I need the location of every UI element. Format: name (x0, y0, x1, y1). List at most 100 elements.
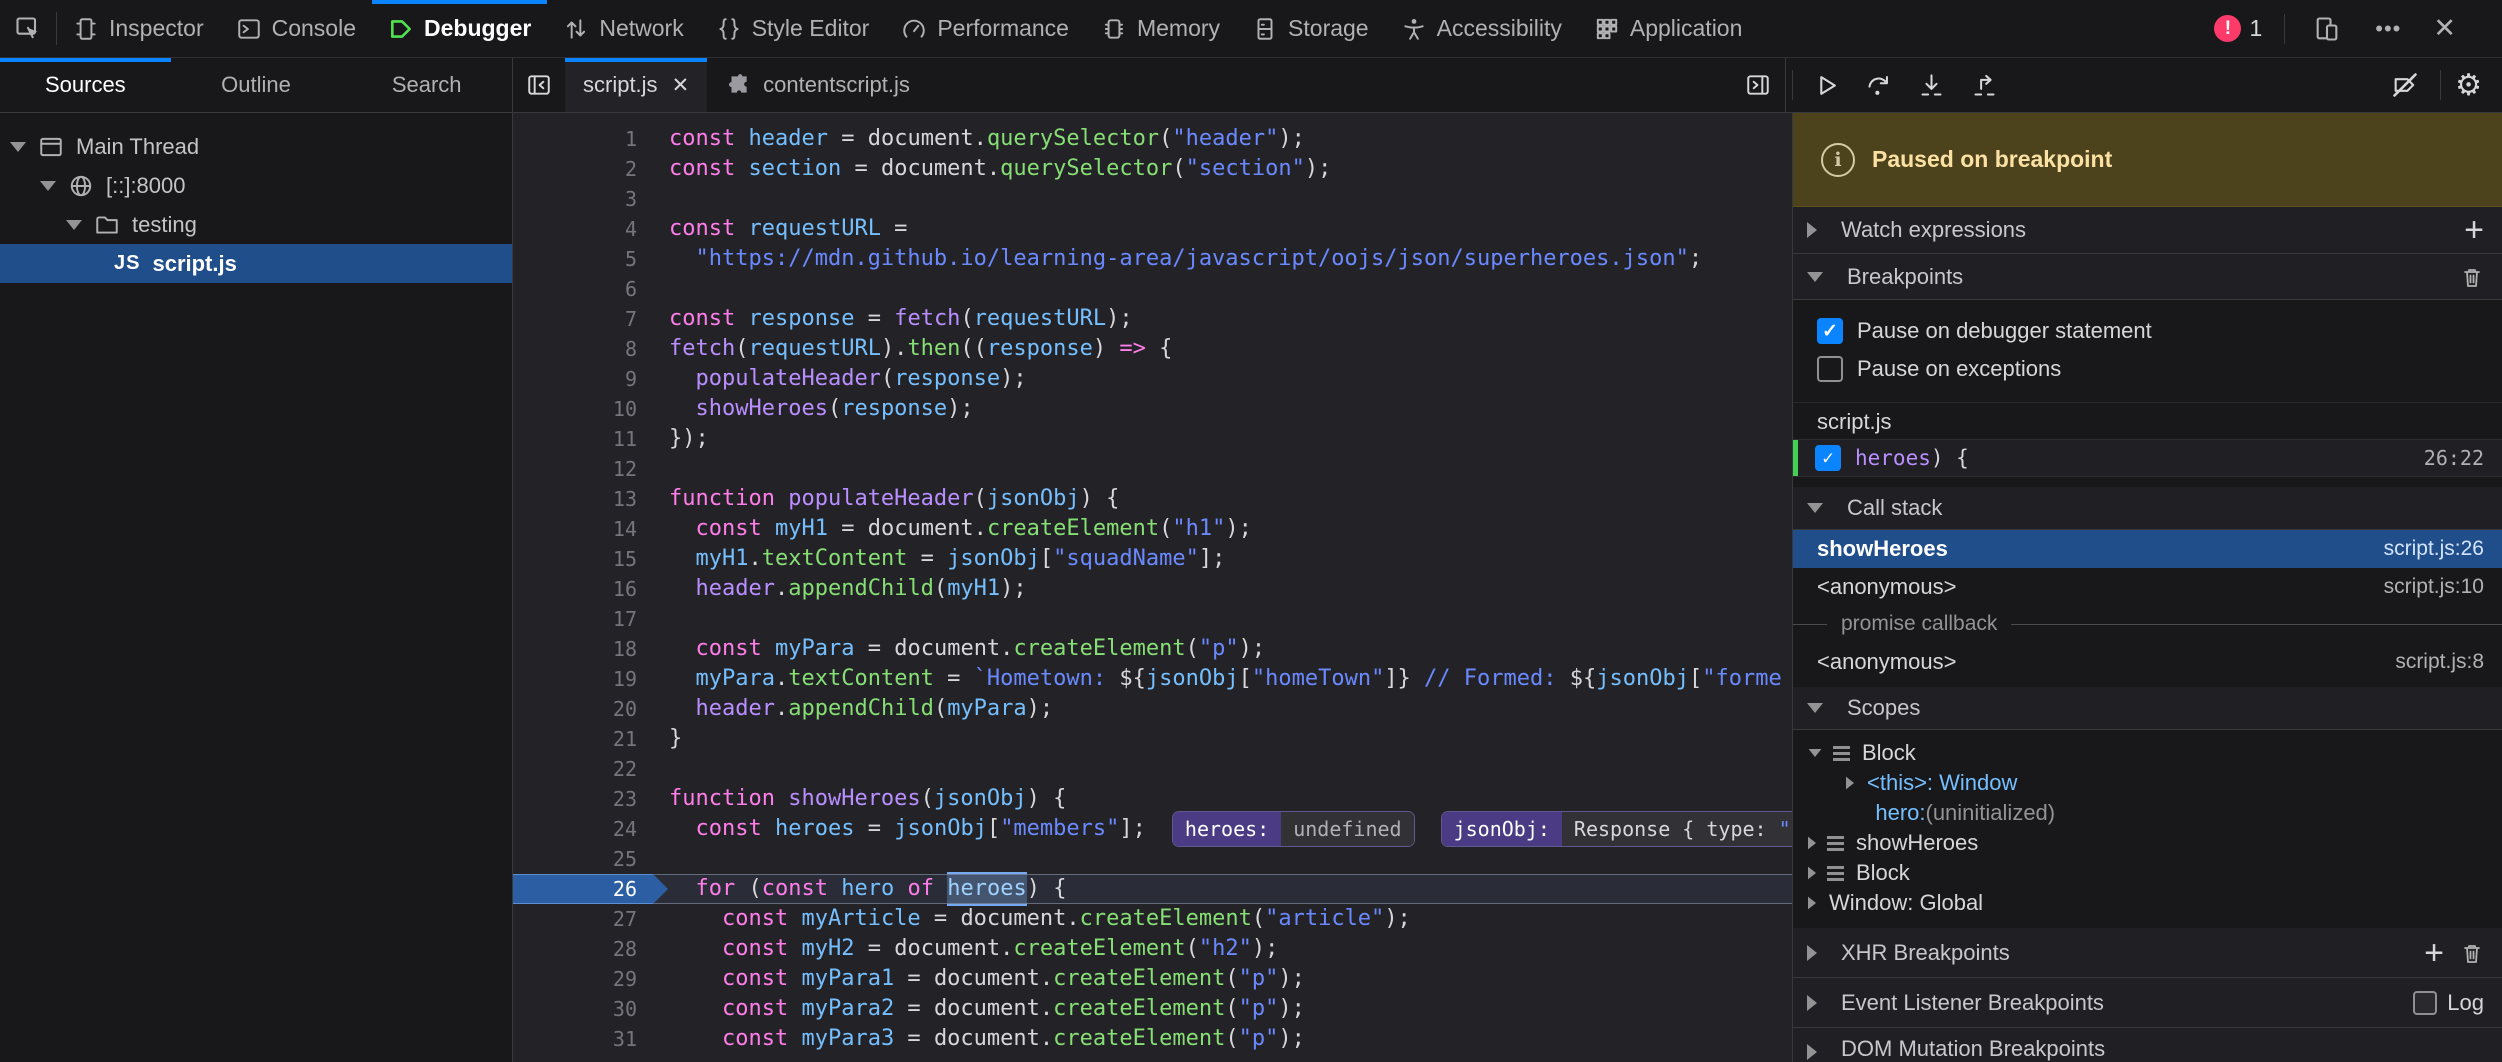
code-editor[interactable]: 1const header = document.querySelector("… (513, 113, 1792, 1062)
code-line[interactable]: 16 header.appendChild(myH1); (513, 574, 1792, 604)
tab-style-editor[interactable]: Style Editor (700, 0, 886, 57)
add-watch-expression-button[interactable]: + (2464, 213, 2484, 247)
line-number[interactable]: 5 (513, 244, 653, 274)
call-stack-frame[interactable]: <anonymous>script.js:8 (1793, 643, 2502, 681)
code-line[interactable]: 18 const myPara = document.createElement… (513, 634, 1792, 664)
code-line[interactable]: 29 const myPara1 = document.createElemen… (513, 964, 1792, 994)
code-line[interactable]: 24 const heroes = jsonObj["members"];her… (513, 814, 1792, 844)
code-line[interactable]: 17 (513, 604, 1792, 634)
tree-expander-icon[interactable] (66, 220, 82, 230)
tab-accessibility[interactable]: Accessibility (1385, 0, 1578, 57)
code-line[interactable]: 22 (513, 754, 1792, 784)
line-number[interactable]: 16 (513, 574, 653, 604)
error-badge[interactable]: ! 1 (2214, 15, 2262, 42)
event-listener-breakpoints-header[interactable]: Event Listener Breakpoints Log (1793, 978, 2502, 1028)
close-devtools-icon[interactable]: ✕ (2421, 13, 2468, 44)
line-number[interactable]: 21 (513, 724, 653, 754)
log-checkbox[interactable] (2413, 991, 2437, 1015)
chevron-right-icon[interactable] (1808, 897, 1816, 910)
code-line[interactable]: 19 myPara.textContent = `Hometown: ${jso… (513, 664, 1792, 694)
tree-item-main-thread[interactable]: Main Thread (0, 127, 512, 166)
tree-expander-icon[interactable] (10, 142, 26, 152)
line-number[interactable]: 19 (513, 664, 653, 694)
step-in-button[interactable] (1905, 72, 1958, 99)
line-number[interactable]: 11 (513, 424, 653, 454)
line-number[interactable]: 28 (513, 934, 653, 964)
code-line[interactable]: 21} (513, 724, 1792, 754)
code-line[interactable]: 11}); (513, 424, 1792, 454)
tree-item--8000[interactable]: [::]:8000 (0, 166, 512, 205)
line-number[interactable]: 20 (513, 694, 653, 724)
code-line[interactable]: 14 const myH1 = document.createElement("… (513, 514, 1792, 544)
tab-console[interactable]: Console (220, 0, 372, 57)
line-number[interactable]: 14 (513, 514, 653, 544)
scope-row[interactable]: showHeroes (1793, 828, 2502, 858)
meatball-menu-icon[interactable]: ••• (2363, 16, 2413, 42)
code-line[interactable]: 3 (513, 184, 1792, 214)
checkbox-unchecked[interactable] (1817, 356, 1843, 382)
scope-row[interactable]: Block (1793, 738, 2502, 768)
call-stack-frame[interactable]: <anonymous>script.js:10 (1793, 568, 2502, 606)
xhr-breakpoints-header[interactable]: XHR Breakpoints + (1793, 928, 2502, 978)
tab-debugger[interactable]: Debugger (372, 0, 547, 57)
responsive-design-button[interactable] (2299, 15, 2355, 43)
remove-xhr-breakpoints-button[interactable] (2460, 940, 2484, 966)
code-line[interactable]: 8fetch(requestURL).then((response) => { (513, 334, 1792, 364)
pause-debugger-statement-row[interactable]: Pause on debugger statement (1793, 312, 2502, 350)
tree-item-script-js[interactable]: JSscript.js (0, 244, 512, 283)
breakpoints-header[interactable]: Breakpoints (1793, 254, 2502, 300)
file-tab-scriptjs[interactable]: script.js ✕ (565, 58, 707, 112)
code-line[interactable]: 23function showHeroes(jsonObj) { (513, 784, 1792, 814)
code-line[interactable]: 4const requestURL = (513, 214, 1792, 244)
tree-expander-icon[interactable] (40, 181, 56, 191)
call-stack-frame[interactable]: showHeroesscript.js:26 (1793, 530, 2502, 568)
line-number[interactable]: 23 (513, 784, 653, 814)
tab-search[interactable]: Search (341, 58, 512, 112)
tab-storage[interactable]: Storage (1236, 0, 1385, 57)
paused-line-marker[interactable]: 26 (513, 874, 653, 904)
step-out-button[interactable] (1958, 72, 2011, 99)
line-number[interactable]: 25 (513, 844, 653, 874)
tab-performance[interactable]: Performance (885, 0, 1085, 57)
tab-memory[interactable]: Memory (1085, 0, 1236, 57)
line-number[interactable]: 22 (513, 754, 653, 784)
line-number[interactable]: 30 (513, 994, 653, 1024)
code-line[interactable]: 2const section = document.querySelector(… (513, 154, 1792, 184)
code-line[interactable]: 20 header.appendChild(myPara); (513, 694, 1792, 724)
code-line[interactable]: 25 (513, 844, 1792, 874)
tab-inspector[interactable]: Inspector (57, 0, 220, 57)
code-line[interactable]: 10 showHeroes(response); (513, 394, 1792, 424)
call-stack-header[interactable]: Call stack (1793, 487, 2502, 530)
collapse-sidebar-button[interactable] (513, 58, 565, 112)
tab-network[interactable]: Network (547, 0, 699, 57)
line-number[interactable]: 10 (513, 394, 653, 424)
code-line[interactable]: 13function populateHeader(jsonObj) { (513, 484, 1792, 514)
chevron-right-icon[interactable] (1846, 777, 1854, 790)
line-number[interactable]: 8 (513, 334, 653, 364)
tab-outline[interactable]: Outline (171, 58, 342, 112)
checkbox-checked[interactable] (1817, 318, 1843, 344)
line-number[interactable]: 2 (513, 154, 653, 184)
code-line[interactable]: 5 "https://mdn.github.io/learning-area/j… (513, 244, 1792, 274)
line-number[interactable]: 31 (513, 1024, 653, 1054)
pause-exceptions-row[interactable]: Pause on exceptions (1793, 350, 2502, 388)
tab-application[interactable]: Application (1578, 0, 1759, 57)
tab-sources[interactable]: Sources (0, 58, 171, 112)
line-number[interactable]: 3 (513, 184, 653, 214)
line-number[interactable]: 15 (513, 544, 653, 574)
code-line[interactable]: 12 (513, 454, 1792, 484)
disable-breakpoints-button[interactable] (2378, 71, 2432, 99)
line-number[interactable]: 17 (513, 604, 653, 634)
step-over-button[interactable] (1852, 72, 1905, 99)
resume-button[interactable] (1801, 73, 1852, 98)
line-number[interactable]: 4 (513, 214, 653, 244)
code-line[interactable]: 15 myH1.textContent = jsonObj["squadName… (513, 544, 1792, 574)
scope-row[interactable]: Window: Global (1793, 888, 2502, 918)
element-picker-button[interactable] (0, 0, 56, 57)
code-line[interactable]: 7const response = fetch(requestURL); (513, 304, 1792, 334)
scope-row[interactable]: hero: (uninitialized) (1793, 798, 2502, 828)
line-number[interactable]: 29 (513, 964, 653, 994)
breakpoint-entry-row[interactable]: heroes) { 26:22 (1793, 439, 2502, 476)
toggle-panes-button[interactable] (1732, 72, 1784, 98)
file-tab-contentscriptjs[interactable]: contentscript.js (707, 58, 928, 112)
